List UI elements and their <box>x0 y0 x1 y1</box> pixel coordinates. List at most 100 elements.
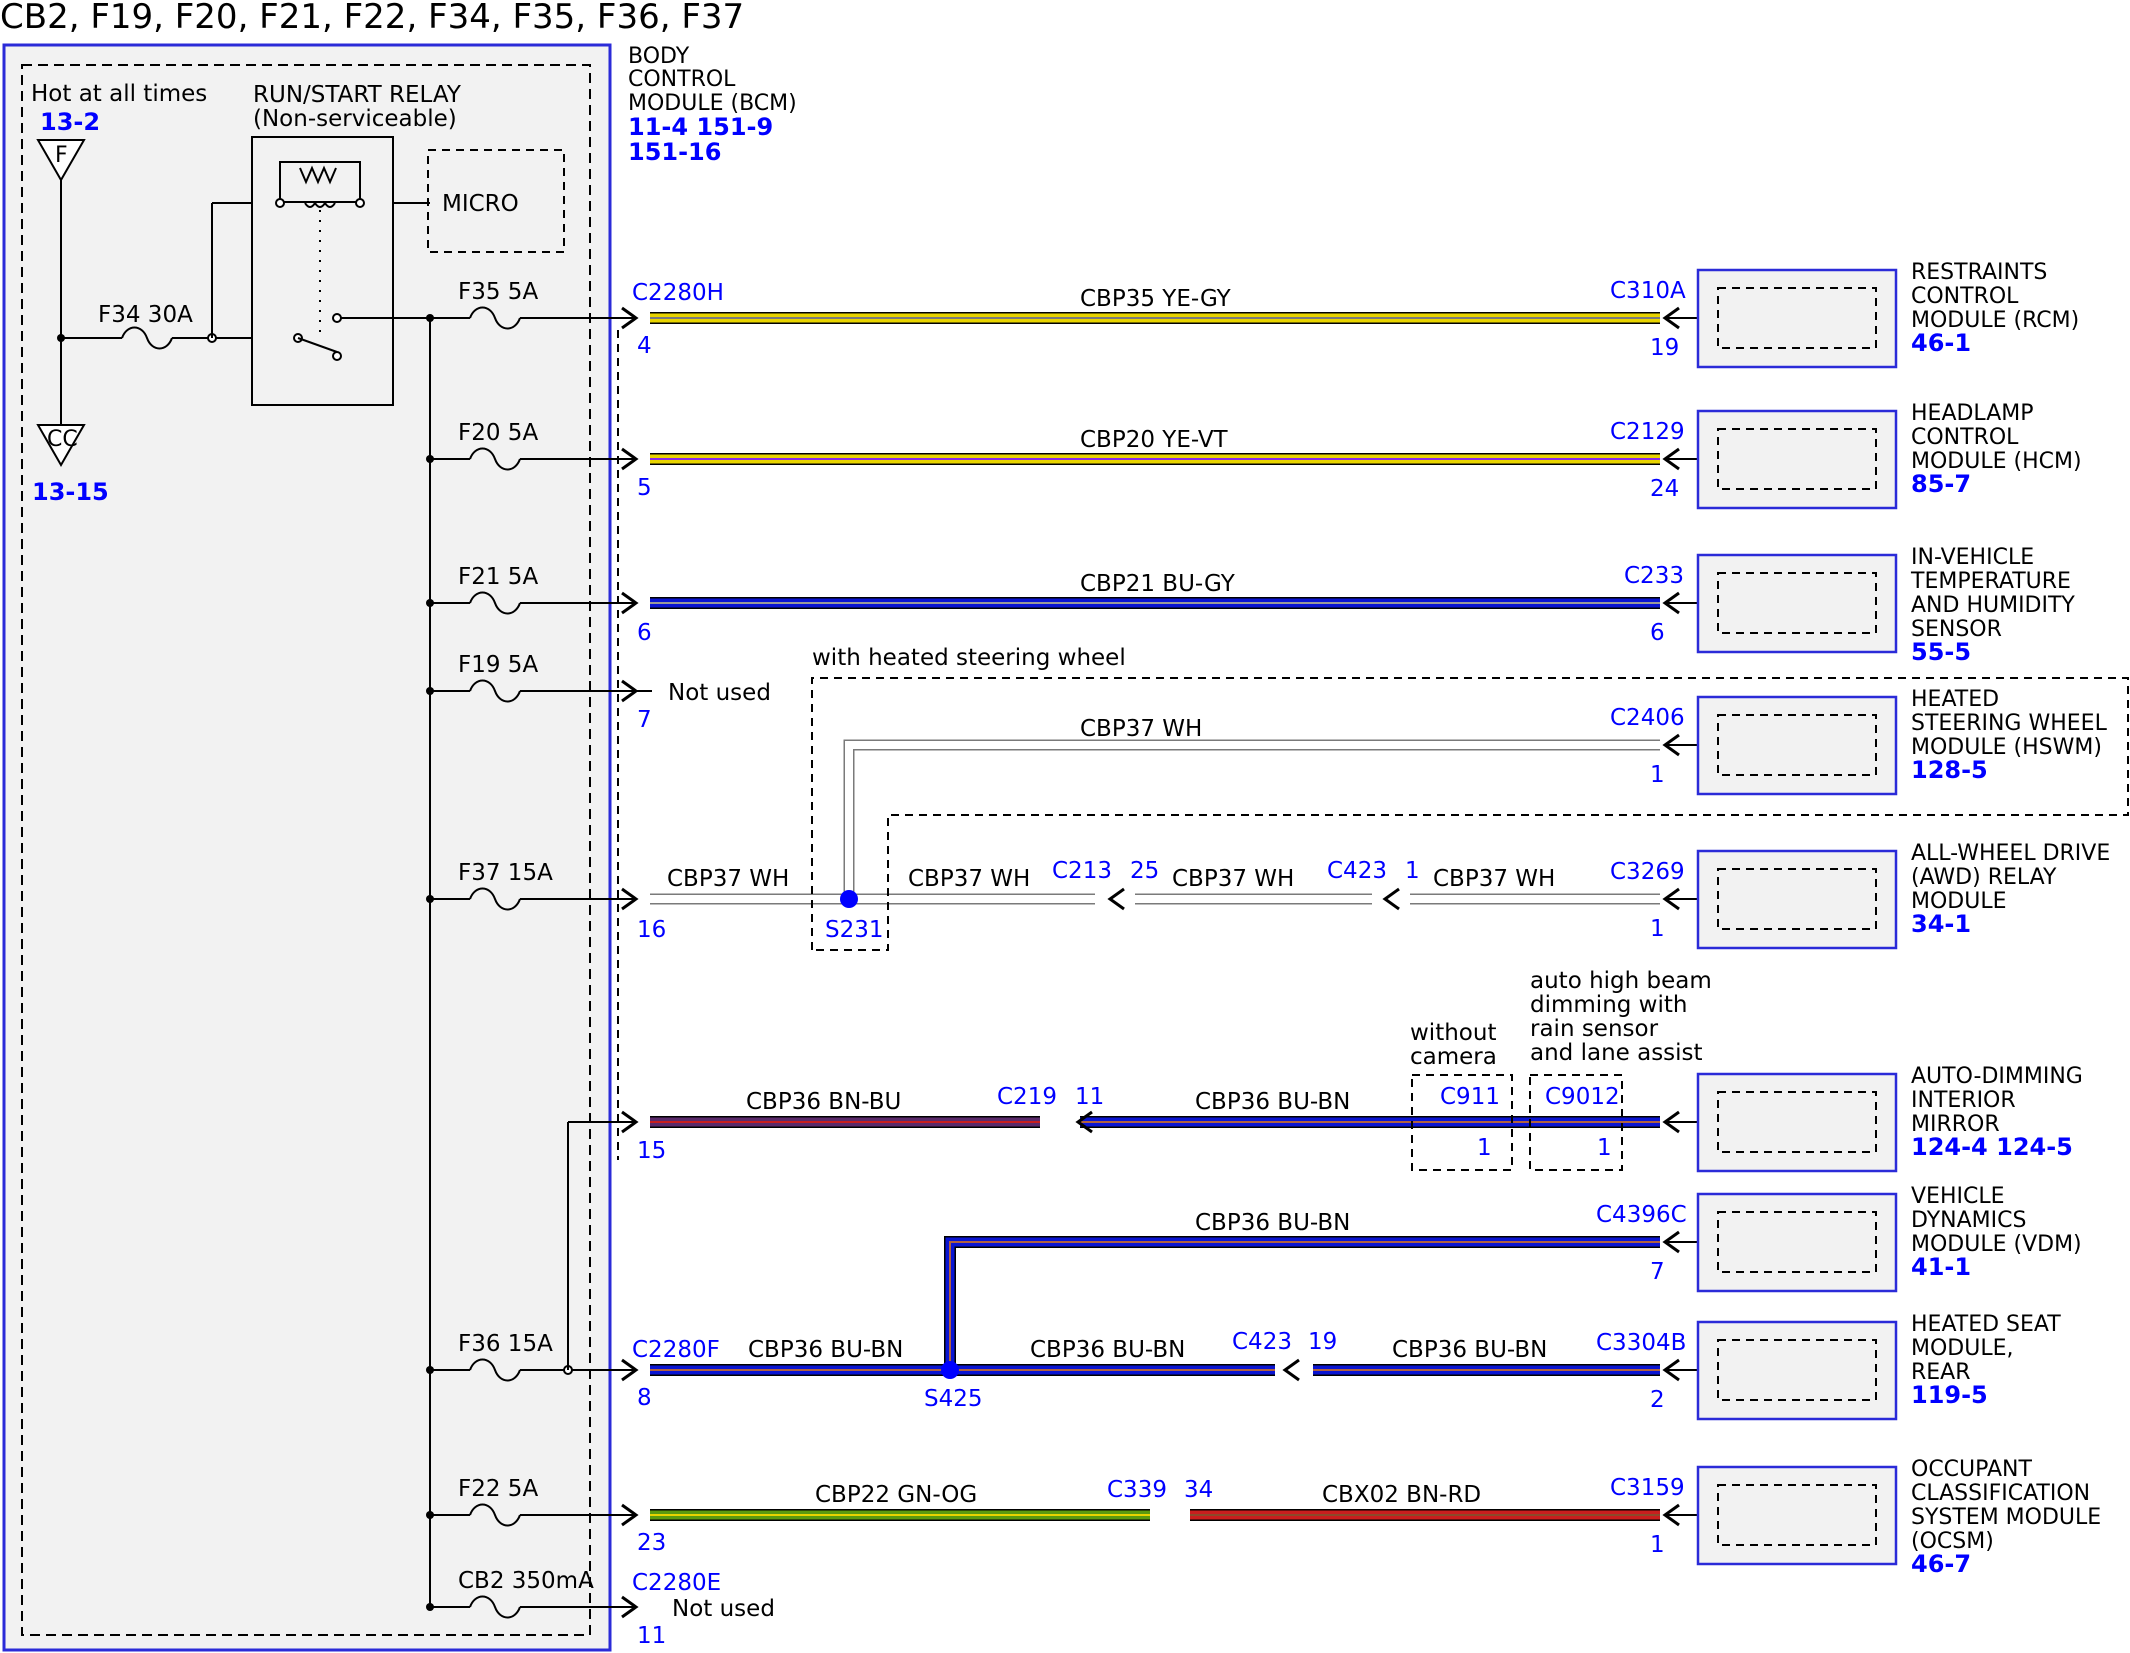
module-ref: 55-5 <box>1911 638 1971 666</box>
module-name-line: DYNAMICS <box>1911 1208 2026 1233</box>
fuse-label: CB2 350mA <box>458 1568 594 1594</box>
not-used-label: Not used <box>668 680 771 706</box>
module-connector: C2406 <box>1610 705 1685 731</box>
module-pin: 1 <box>1650 1532 1665 1558</box>
module-box <box>1696 409 1898 510</box>
inline-pin: 1 <box>1405 858 1420 884</box>
wire-label: CBP37 WH <box>667 866 789 892</box>
fuse-label: F37 15A <box>458 860 553 886</box>
wire-label: CBX02 BN-RD <box>1322 1482 1481 1508</box>
bcm-connector-c2280h: C2280H <box>632 280 724 306</box>
fuse-label: F20 5A <box>458 420 538 446</box>
module-ref: 124-4 124-5 <box>1911 1133 2073 1161</box>
c9012-pin: 1 <box>1597 1135 1612 1161</box>
module-connector: C310A <box>1610 278 1686 304</box>
inline-pin: 11 <box>1075 1084 1104 1110</box>
module-ref: 128-5 <box>1911 756 1988 784</box>
splice-s425 <box>941 1361 959 1379</box>
module-name-line: CONTROL <box>1911 284 2019 309</box>
splice-label: S425 <box>924 1386 983 1412</box>
module-pin: 19 <box>1650 335 1679 361</box>
inline-connector: C423 <box>1327 858 1387 884</box>
module: C32691ALL-WHEEL DRIVE(AWD) RELAYMODULE34… <box>1610 841 2110 950</box>
bcm-pin: 6 <box>637 620 652 646</box>
module-pin: 2 <box>1650 1387 1665 1413</box>
module-name-line: RESTRAINTS <box>1911 260 2047 285</box>
module-connector: C3304B <box>1596 1330 1686 1356</box>
inline-connector: C339 <box>1107 1477 1167 1503</box>
module-pin: 1 <box>1650 916 1665 942</box>
relay-label: RUN/START RELAY <box>253 82 462 108</box>
module-pin: 1 <box>1650 762 1665 788</box>
module: AUTO-DIMMINGINTERIORMIRROR124-4 124-5 <box>1662 1064 2083 1173</box>
wire-label: CBP22 GN-OG <box>815 1482 977 1508</box>
connector-arrow-icon <box>1382 887 1400 911</box>
inline-connector: C423 <box>1232 1329 1292 1355</box>
module: C310A19RESTRAINTSCONTROLMODULE (RCM)46-1 <box>1610 260 2079 369</box>
inline-pin: 34 <box>1184 1477 1213 1503</box>
inline-connector: C213 <box>1052 858 1112 884</box>
connector-arrow-icon <box>1282 1358 1300 1382</box>
not-used-label: Not used <box>672 1596 775 1622</box>
module-box <box>1696 1192 1898 1293</box>
wire-label: CBP36 BN-BU <box>746 1089 901 1115</box>
module-ref: 34-1 <box>1911 910 1971 938</box>
module-name-line: HEATED <box>1911 687 1999 712</box>
f34-label: F34 30A <box>98 302 193 328</box>
bcm-pin: 23 <box>637 1530 666 1556</box>
module-name-line: STEERING WHEEL <box>1911 711 2108 736</box>
auto-label-1: auto high beam <box>1530 968 1712 994</box>
module-ref: 46-1 <box>1911 329 1971 357</box>
bcm-pin: 15 <box>637 1138 666 1164</box>
heated-wheel-option-label: with heated steering wheel <box>812 645 1126 671</box>
module-pin: 6 <box>1650 620 1665 646</box>
module-connector: C3269 <box>1610 859 1685 885</box>
module-ref: 41-1 <box>1911 1253 1971 1281</box>
module-connector: C3159 <box>1610 1475 1685 1501</box>
bcm-pin: 7 <box>637 707 652 733</box>
fuse-label: F35 5A <box>458 279 538 305</box>
micro-label: MICRO <box>442 191 519 217</box>
module-name-line: OCCUPANT <box>1911 1457 2033 1482</box>
bcm-pin: 4 <box>637 333 652 359</box>
module-connector: C2129 <box>1610 419 1685 445</box>
module-box <box>1696 1465 1898 1566</box>
module-box <box>1696 553 1898 654</box>
without-camera-label-2: camera <box>1410 1044 1497 1070</box>
module-ref: 119-5 <box>1911 1381 1988 1409</box>
fuse-label: F22 5A <box>458 1476 538 1502</box>
run-start-relay <box>251 136 394 406</box>
bcm-label-1: BODY <box>628 44 690 69</box>
bcm-pin: 16 <box>637 917 666 943</box>
without-camera-label-1: without <box>1410 1020 1496 1046</box>
inline-pin: 25 <box>1130 858 1159 884</box>
fuse-label: F19 5A <box>458 652 538 678</box>
module-name-line: SYSTEM MODULE <box>1911 1505 2101 1530</box>
auto-label-2: dimming with <box>1530 992 1687 1018</box>
hot-ref: 13-2 <box>40 108 100 136</box>
module: C212924HEADLAMPCONTROLMODULE (HCM)85-7 <box>1610 401 2082 510</box>
splice-label: S231 <box>825 917 884 943</box>
module-connector: C4396C <box>1596 1202 1687 1228</box>
cc-ref: 13-15 <box>32 478 109 506</box>
module-box <box>1696 849 1898 950</box>
module-name-line: AND HUMIDITY <box>1911 593 2075 618</box>
module-name-line: (AWD) RELAY <box>1911 865 2057 890</box>
relay-sublabel: (Non-serviceable) <box>253 106 457 132</box>
connector-arrow-icon <box>1107 887 1125 911</box>
module-name-line: IN-VEHICLE <box>1911 545 2034 570</box>
module-box <box>1696 268 1898 369</box>
bcm-label-2: CONTROL <box>628 67 736 92</box>
wire-label: CBP36 BU-BN <box>1030 1337 1185 1363</box>
inline-connector: C219 <box>997 1084 1057 1110</box>
splice-s231 <box>840 890 858 908</box>
module-name-line: VEHICLE <box>1911 1184 2005 1209</box>
bcm-connector-c2280f: C2280F <box>632 1337 720 1363</box>
wire-label: CBP36 BU-BN <box>1195 1210 1350 1236</box>
wire-label: CBP36 BU-BN <box>1195 1089 1350 1115</box>
page-title: CB2, F19, F20, F21, F22, F34, F35, F36, … <box>0 0 744 37</box>
hot-at-all-times-label: Hot at all times <box>31 81 207 107</box>
module-box <box>1696 1072 1898 1173</box>
module: C3304B2HEATED SEATMODULE,REAR119-5 <box>1596 1312 2061 1421</box>
module: C2336IN-VEHICLETEMPERATUREAND HUMIDITYSE… <box>1624 545 2075 666</box>
